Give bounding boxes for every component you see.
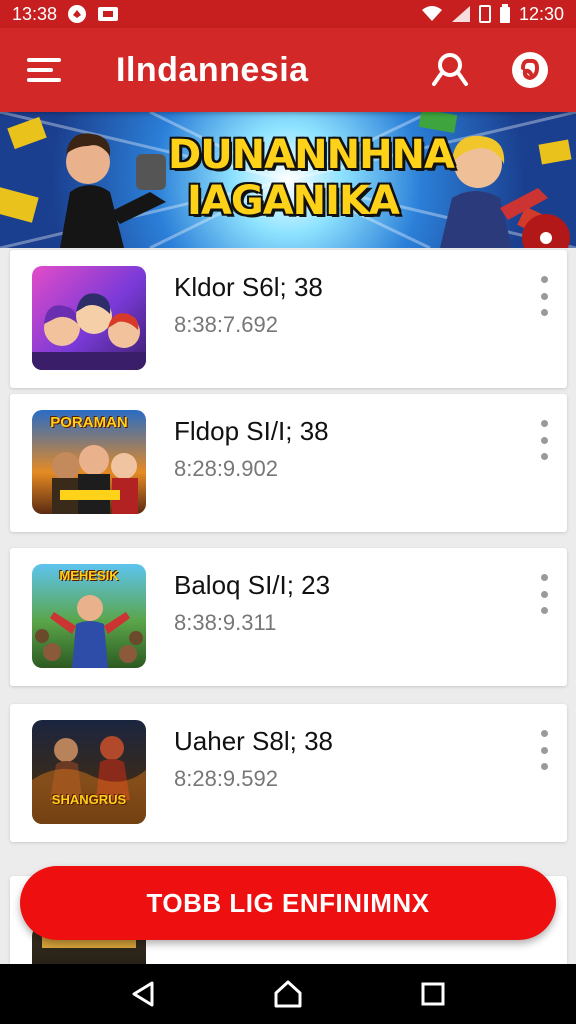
data-icon (478, 5, 491, 23)
list-item[interactable]: Kldor S6l; 38 8:38:7.692 (10, 250, 567, 388)
search-icon[interactable] (428, 48, 472, 92)
thumbnail-title: SHANGRUS (51, 792, 127, 807)
hamburger-menu-icon[interactable] (24, 49, 66, 91)
primary-action-button[interactable]: TOBB LIG ENFINIMNX (20, 866, 556, 940)
banner-title-line2: IAGANIKA (187, 178, 400, 224)
more-options-icon[interactable] (533, 276, 555, 316)
status-bar: 13:38 12:30 (0, 0, 576, 28)
thumbnail-title: PORAMAN (50, 414, 128, 431)
game-thumbnail: PORAMAN (32, 410, 146, 514)
item-subtitle: 8:38:7.692 (174, 312, 278, 337)
app-title: Ilndannesia (116, 50, 309, 89)
item-title: Fldop SI/I; 38 (174, 416, 329, 446)
status-time-left: 13:38 (12, 3, 58, 24)
notification-app-icon (67, 4, 87, 24)
list-item[interactable]: SHANGRUS Uaher S8l; 38 8:28:9.592 (10, 704, 567, 842)
item-subtitle: 8:28:9.902 (174, 456, 278, 481)
banner-title: DUNANNHNA IAGANIKA (168, 132, 455, 224)
banner-title-line1: DUNANNHNA (168, 132, 455, 178)
battery-icon (499, 4, 511, 24)
account-icon[interactable] (508, 48, 552, 92)
more-options-icon[interactable] (533, 420, 555, 460)
status-time-right: 12:30 (518, 3, 564, 24)
back-icon[interactable] (121, 972, 165, 1016)
more-options-icon[interactable] (533, 730, 555, 770)
thumbnail-title: MEHESIK (59, 568, 119, 583)
wifi-icon (421, 5, 443, 23)
item-title: Uaher S8l; 38 (174, 726, 333, 756)
game-thumbnail: MEHESIK (32, 564, 146, 668)
item-title: Baloq SI/I; 23 (174, 570, 331, 600)
home-icon[interactable] (266, 972, 310, 1016)
game-thumbnail: SHANGRUS (32, 720, 146, 824)
item-title: Kldor S6l; 38 (174, 272, 323, 302)
item-subtitle: 8:28:9.592 (174, 766, 278, 791)
more-options-icon[interactable] (533, 574, 555, 614)
promo-banner[interactable]: DUNANNHNA IAGANIKA (0, 112, 576, 248)
recents-icon[interactable] (411, 972, 455, 1016)
game-thumbnail (32, 266, 146, 370)
signal-icon (451, 5, 471, 23)
item-subtitle: 8:38:9.311 (174, 610, 277, 635)
list-item[interactable]: PORAMAN Fldop SI/I; 38 8:28:9.902 (10, 394, 567, 532)
app-bar: Ilndannesia (0, 28, 576, 112)
system-nav-bar (0, 964, 576, 1024)
notification-message-icon (97, 5, 119, 23)
list-item[interactable]: MEHESIK Baloq SI/I; 23 8:38:9.311 (10, 548, 567, 686)
